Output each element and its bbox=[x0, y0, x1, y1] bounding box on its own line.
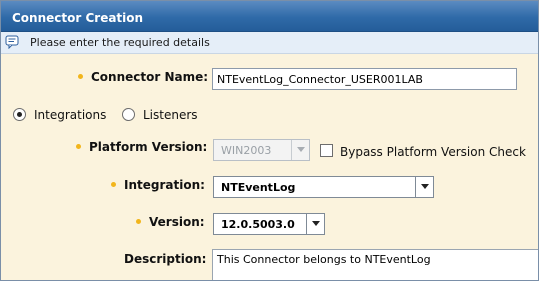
chevron-down-icon bbox=[291, 140, 309, 160]
platform-version-value: WIN2003 bbox=[221, 144, 272, 157]
radio-listeners[interactable] bbox=[122, 108, 135, 121]
connector-name-input[interactable]: NTEventLog_Connector_USER001LAB bbox=[212, 68, 517, 90]
required-marker bbox=[76, 144, 81, 149]
required-marker bbox=[136, 219, 141, 224]
required-marker bbox=[78, 74, 83, 79]
description-label: Description: bbox=[124, 252, 207, 266]
platform-version-select: WIN2003 bbox=[213, 139, 310, 161]
version-select[interactable]: 12.0.5003.0 bbox=[213, 213, 325, 235]
chevron-down-icon[interactable] bbox=[306, 214, 324, 234]
version-value: 12.0.5003.0 bbox=[221, 218, 295, 231]
panel-title: Connector Creation bbox=[1, 1, 538, 32]
required-marker bbox=[111, 182, 116, 187]
bypass-check-label[interactable]: Bypass Platform Version Check bbox=[340, 145, 526, 159]
radio-listeners-label[interactable]: Listeners bbox=[143, 108, 198, 122]
message-icon bbox=[5, 35, 19, 50]
version-label: Version: bbox=[149, 215, 205, 229]
integration-select[interactable]: NTEventLog bbox=[213, 176, 434, 198]
radio-integrations-label[interactable]: Integrations bbox=[34, 108, 106, 122]
integration-value: NTEventLog bbox=[221, 181, 296, 194]
info-message: Please enter the required details bbox=[30, 36, 210, 49]
bypass-check-checkbox[interactable] bbox=[320, 144, 333, 157]
description-textarea[interactable]: This Connector belongs to NTEventLog bbox=[212, 249, 538, 280]
radio-integrations[interactable] bbox=[13, 108, 26, 121]
platform-version-label: Platform Version: bbox=[89, 140, 208, 154]
chevron-down-icon[interactable] bbox=[415, 177, 433, 197]
integration-label: Integration: bbox=[124, 178, 205, 192]
connector-creation-panel: Connector Creation Please enter the requ… bbox=[0, 0, 539, 281]
connector-name-label: Connector Name: bbox=[91, 70, 209, 84]
info-bar: Please enter the required details bbox=[1, 32, 538, 54]
